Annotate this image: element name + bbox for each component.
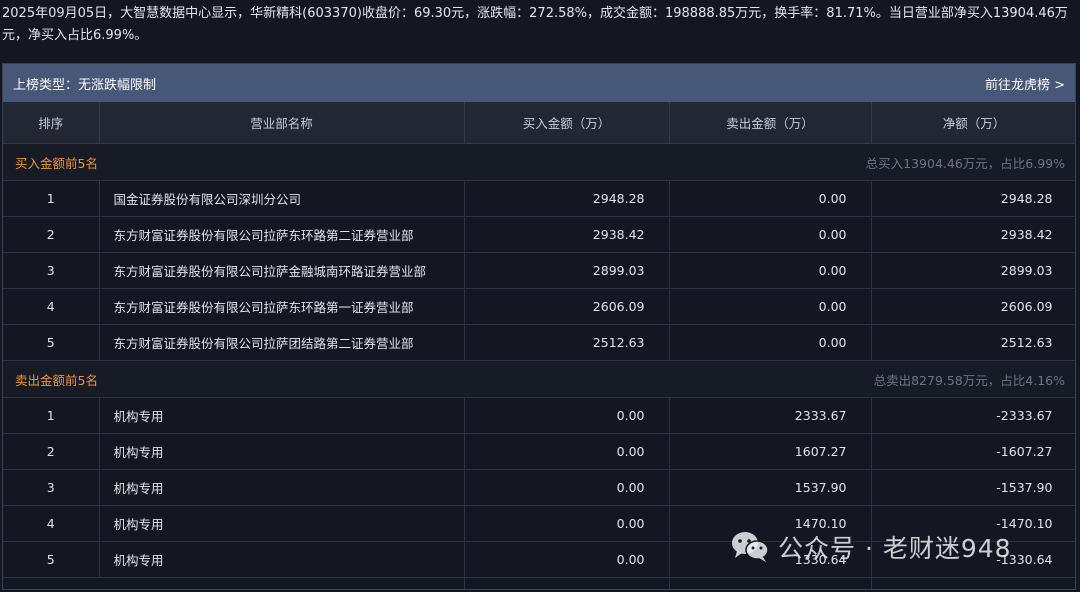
net-amount-cell: -1537.90 xyxy=(871,469,1075,506)
branch-name-cell: 机构专用 xyxy=(99,469,465,506)
table-row: 3 东方财富证券股份有限公司拉萨金融城南环路证券营业部 2899.03 0.00 289… xyxy=(3,252,1075,289)
rank-cell: 1 xyxy=(3,180,100,217)
table-row: 1 国金证券股份有限公司深圳分公司 2948.28 0.00 2948.28 xyxy=(3,180,1075,217)
sell-amount-cell: 1330.64 xyxy=(669,541,872,578)
table-row: 1 机构专用 0.00 2333.67 -2333.67 xyxy=(3,397,1075,434)
table-row: 4 东方财富证券股份有限公司拉萨东环路第一证券营业部 2606.09 0.00 2606… xyxy=(3,288,1075,325)
rank-cell: 2 xyxy=(3,433,100,470)
rank-cell: 3 xyxy=(3,469,100,506)
table-row: 4 机构专用 0.00 1470.10 -1470.10 xyxy=(3,505,1075,542)
total-label: 合计 xyxy=(3,577,465,589)
buy-amount-cell: 0.00 xyxy=(464,433,670,470)
total-sell: 8279.58 xyxy=(669,577,872,589)
sell-amount-cell: 1537.90 xyxy=(669,469,872,506)
buy-amount-cell: 2948.28 xyxy=(464,180,670,217)
rank-cell: 3 xyxy=(3,252,100,289)
branch-name-cell: 国金证券股份有限公司深圳分公司 xyxy=(99,180,465,217)
sell-amount-cell: 0.00 xyxy=(669,180,872,217)
branch-name-cell: 东方财富证券股份有限公司拉萨东环路第二证券营业部 xyxy=(99,216,465,253)
branch-name-cell: 机构专用 xyxy=(99,505,465,542)
net-amount-cell: 2606.09 xyxy=(871,288,1075,325)
net-amount-cell: 2938.42 xyxy=(871,216,1075,253)
table-row: 2 机构专用 0.00 1607.27 -1607.27 xyxy=(3,433,1075,470)
buy-amount-cell: 2512.63 xyxy=(464,324,670,361)
total-net: 5624.88 xyxy=(871,577,1075,589)
rank-cell: 1 xyxy=(3,397,100,434)
branch-name-cell: 机构专用 xyxy=(99,433,465,470)
branch-name-cell: 东方财富证券股份有限公司拉萨团结路第二证券营业部 xyxy=(99,324,465,361)
header-sell-amount: 卖出金额（万） xyxy=(669,102,872,144)
buy-amount-cell: 0.00 xyxy=(464,505,670,542)
net-amount-cell: 2899.03 xyxy=(871,252,1075,289)
group-label: 卖出金额前5名 xyxy=(3,360,464,398)
rank-cell: 4 xyxy=(3,505,100,542)
list-type-bar: 上榜类型：无涨跌幅限制 前往龙虎榜 > xyxy=(3,64,1075,102)
branch-name-cell: 东方财富证券股份有限公司拉萨金融城南环路证券营业部 xyxy=(99,252,465,289)
goto-dragon-tiger-link[interactable]: 前往龙虎榜 > xyxy=(985,74,1065,93)
sell-amount-cell: 0.00 xyxy=(669,216,872,253)
buy-amount-cell: 2938.42 xyxy=(464,216,670,253)
net-amount-cell: -1470.10 xyxy=(871,505,1075,542)
buy-group-header: 买入金额前5名 总买入13904.46万元，占比6.99% xyxy=(3,143,1075,181)
buy-amount-cell: 0.00 xyxy=(464,469,670,506)
table-header-row: 排序 营业部名称 买入金额（万） 卖出金额（万） 净额（万） xyxy=(3,102,1075,144)
group-label: 买入金额前5名 xyxy=(3,143,464,181)
sell-amount-cell: 0.00 xyxy=(669,288,872,325)
net-amount-cell: 2512.63 xyxy=(871,324,1075,361)
net-amount-cell: -1607.27 xyxy=(871,433,1075,470)
net-amount-cell: 2948.28 xyxy=(871,180,1075,217)
branch-name-cell: 东方财富证券股份有限公司拉萨东环路第一证券营业部 xyxy=(99,288,465,325)
table-row: 5 东方财富证券股份有限公司拉萨团结路第二证券营业部 2512.63 0.00 2512… xyxy=(3,324,1075,361)
group-summary: 总卖出8279.58万元，占比4.16% xyxy=(464,360,1075,398)
net-amount-cell: -1330.64 xyxy=(871,541,1075,578)
rank-cell: 4 xyxy=(3,288,100,325)
rank-cell: 5 xyxy=(3,324,100,361)
sell-amount-cell: 0.00 xyxy=(669,324,872,361)
buy-amount-cell: 0.00 xyxy=(464,397,670,434)
brokerage-table: 排序 营业部名称 买入金额（万） 卖出金额（万） 净额（万） 买入金额前5名 总买… xyxy=(3,102,1075,589)
total-row: 合计13904.468279.585624.88 xyxy=(3,577,1075,589)
rank-cell: 5 xyxy=(3,541,100,578)
header-branch-name: 营业部名称 xyxy=(99,102,465,144)
sell-amount-cell: 2333.67 xyxy=(669,397,872,434)
sell-amount-cell: 1470.10 xyxy=(669,505,872,542)
sell-group-header: 卖出金额前5名 总卖出8279.58万元，占比4.16% xyxy=(3,360,1075,398)
header-buy-amount: 买入金额（万） xyxy=(464,102,670,144)
rank-cell: 2 xyxy=(3,216,100,253)
net-amount-cell: -2333.67 xyxy=(871,397,1075,434)
buy-amount-cell: 2899.03 xyxy=(464,252,670,289)
header-net-amount: 净额（万） xyxy=(871,102,1075,144)
branch-name-cell: 机构专用 xyxy=(99,397,465,434)
sell-amount-cell: 1607.27 xyxy=(669,433,872,470)
group-summary: 总买入13904.46万元，占比6.99% xyxy=(464,143,1075,181)
header-rank: 排序 xyxy=(3,102,100,144)
buy-amount-cell: 2606.09 xyxy=(464,288,670,325)
branch-name-cell: 机构专用 xyxy=(99,541,465,578)
table-row: 5 机构专用 0.00 1330.64 -1330.64 xyxy=(3,541,1075,578)
dragon-tiger-panel: 上榜类型：无涨跌幅限制 前往龙虎榜 > 排序 营业部名称 买入金额（万） 卖出金… xyxy=(2,63,1076,590)
list-type-label: 上榜类型：无涨跌幅限制 xyxy=(13,77,157,93)
buy-amount-cell: 0.00 xyxy=(464,541,670,578)
table-row: 3 机构专用 0.00 1537.90 -1537.90 xyxy=(3,469,1075,506)
total-buy: 13904.46 xyxy=(464,577,670,589)
sell-amount-cell: 0.00 xyxy=(669,252,872,289)
table-row: 2 东方财富证券股份有限公司拉萨东环路第二证券营业部 2938.42 0.00 2938… xyxy=(3,216,1075,253)
intro-text: 2025年09月05日，大智慧数据中心显示，华新精科(603370)收盘价：69… xyxy=(2,6,1068,43)
